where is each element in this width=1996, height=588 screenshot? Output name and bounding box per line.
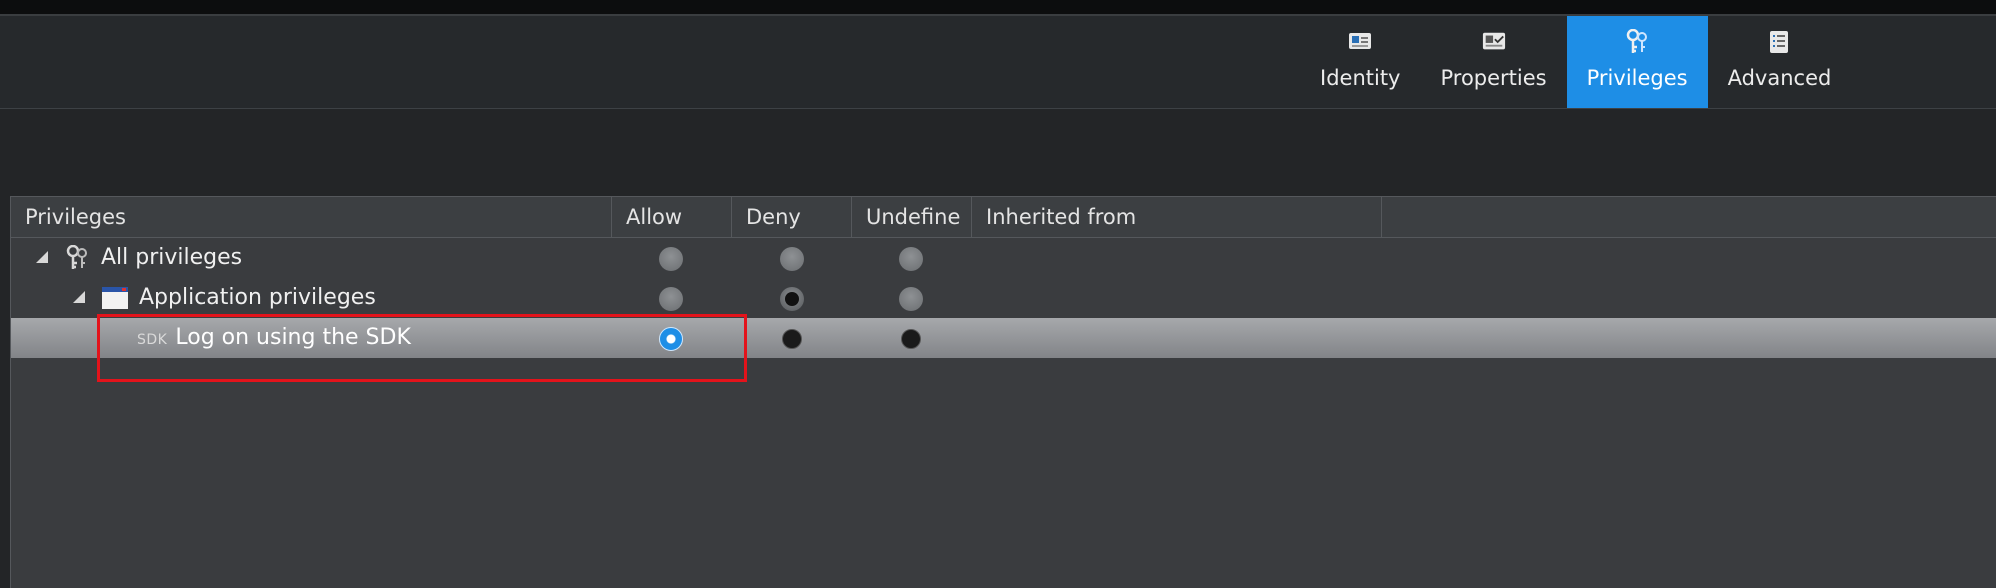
column-header-deny[interactable]: Deny bbox=[732, 197, 852, 237]
column-header-allow[interactable]: Allow bbox=[612, 197, 732, 237]
tab-privileges-label: Privileges bbox=[1586, 66, 1688, 90]
table-row-log-on-using-sdk[interactable]: SDK Log on using the SDK bbox=[11, 318, 1996, 358]
row-label: Application privileges bbox=[139, 285, 376, 310]
advanced-list-icon bbox=[1767, 30, 1791, 54]
tab-advanced[interactable]: Advanced bbox=[1708, 16, 1852, 108]
sdk-icon: SDK bbox=[137, 332, 168, 348]
privileges-table: Privileges Allow Deny Undefine Inherited… bbox=[10, 196, 1996, 588]
tab-identity[interactable]: Identity bbox=[1300, 16, 1420, 108]
tab-identity-label: Identity bbox=[1320, 66, 1401, 90]
deny-radio[interactable] bbox=[780, 247, 804, 271]
row-label: All privileges bbox=[101, 245, 243, 270]
table-row-application-privileges[interactable]: Application privileges bbox=[11, 278, 1996, 318]
row-label-group: SDK Log on using the SDK bbox=[137, 318, 411, 358]
undefined-radio[interactable] bbox=[899, 287, 923, 311]
column-header-inherited-from[interactable]: Inherited from bbox=[972, 197, 1382, 237]
allow-radio[interactable] bbox=[659, 327, 683, 351]
tab-properties-label: Properties bbox=[1440, 66, 1547, 90]
identity-card-icon bbox=[1348, 30, 1372, 54]
column-header-privileges[interactable]: Privileges bbox=[11, 197, 612, 237]
application-window-icon bbox=[101, 285, 128, 311]
allow-radio[interactable] bbox=[659, 287, 683, 311]
keys-icon bbox=[1625, 29, 1649, 54]
tab-privileges[interactable]: Privileges bbox=[1566, 16, 1708, 108]
undefined-radio[interactable] bbox=[899, 247, 923, 271]
table-header: Privileges Allow Deny Undefine Inherited… bbox=[11, 197, 1996, 238]
deny-radio[interactable] bbox=[780, 287, 804, 311]
allow-radio[interactable] bbox=[659, 247, 683, 271]
window-top-strip bbox=[0, 0, 1996, 16]
tab-properties[interactable]: Properties bbox=[1420, 16, 1566, 108]
column-header-undefined[interactable]: Undefine bbox=[852, 197, 972, 237]
expand-arrow-icon[interactable] bbox=[36, 251, 48, 263]
properties-icon bbox=[1482, 30, 1506, 54]
table-row-all-privileges[interactable]: All privileges bbox=[11, 238, 1996, 278]
expand-arrow-icon[interactable] bbox=[73, 291, 85, 303]
tab-advanced-label: Advanced bbox=[1727, 66, 1832, 90]
tab-bar: Identity Properties Privileges Advanced bbox=[1300, 16, 1851, 108]
deny-radio[interactable] bbox=[782, 329, 802, 349]
undefined-radio[interactable] bbox=[901, 329, 921, 349]
keys-icon bbox=[64, 244, 90, 271]
row-label: Log on using the SDK bbox=[175, 325, 411, 350]
